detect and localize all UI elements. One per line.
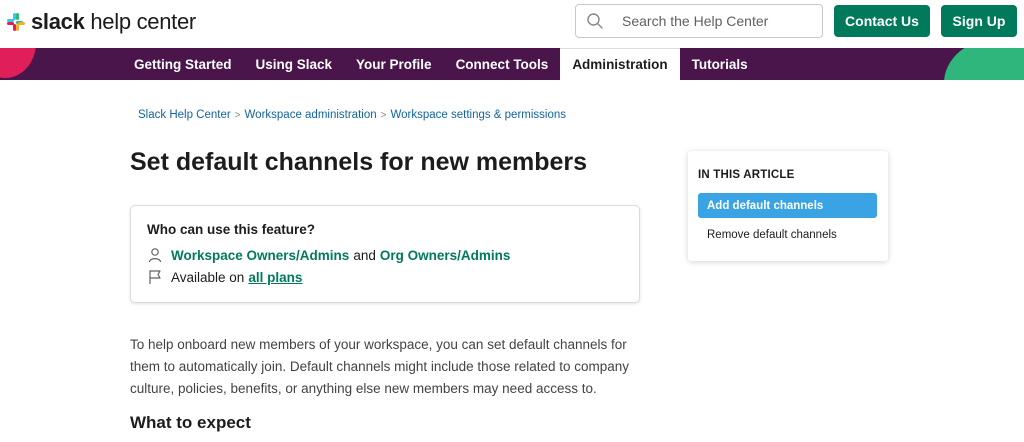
slack-logo[interactable]: slack help center [6,9,196,35]
page-title: Set default channels for new members [130,148,588,176]
nav-decoration-green [944,48,1024,80]
sign-up-button[interactable]: Sign Up [941,5,1017,37]
section-heading: What to expect [130,413,251,432]
feature-roles-row: Workspace Owners/Admins and Org Owners/A… [147,247,510,263]
nav-item-tutorials[interactable]: Tutorials [680,48,760,80]
workspace-owners-link[interactable]: Workspace Owners/Admins [171,248,349,263]
breadcrumb-separator: > [380,109,387,121]
feature-plans-row: Available on all plans [147,269,302,285]
search-input[interactable] [622,13,812,29]
nav-item-connect-tools[interactable]: Connect Tools [444,48,561,80]
nav-decoration-red [0,48,36,78]
logo-bold-text: slack [31,9,85,34]
person-icon [148,248,162,263]
all-plans-link[interactable]: all plans [248,270,302,285]
breadcrumb-item[interactable]: Workspace settings & permissions [390,109,566,121]
toc-item-remove-default-channels[interactable]: Remove default channels [698,222,877,247]
breadcrumb-item[interactable]: Workspace administration [245,109,377,121]
toc-item-add-default-channels[interactable]: Add default channels [698,193,877,218]
nav-item-getting-started[interactable]: Getting Started [122,48,244,80]
header: slack help center Contact Us Sign Up [0,0,1024,48]
toc-title: IN THIS ARTICLE [698,169,795,181]
org-owners-link[interactable]: Org Owners/Admins [380,248,511,263]
breadcrumb: Slack Help Center > Workspace administra… [138,109,566,121]
nav-item-administration[interactable]: Administration [560,48,680,80]
breadcrumb-separator: > [234,109,241,121]
slack-logo-icon [7,13,25,31]
article-toc: IN THIS ARTICLE Add default channels Rem… [688,151,888,261]
nav-item-your-profile[interactable]: Your Profile [344,48,444,80]
search-bar[interactable] [575,4,823,38]
flag-icon [149,270,161,284]
nav-items: Getting Started Using Slack Your Profile… [122,48,760,80]
breadcrumb-item[interactable]: Slack Help Center [138,109,231,121]
logo-light-text: help center [84,9,196,34]
search-icon [587,13,603,29]
feature-availability-box: Who can use this feature? Workspace Owne… [130,205,640,303]
available-on-text: Available on [171,269,245,285]
and-text: and [353,247,376,263]
main-nav: Getting Started Using Slack Your Profile… [0,48,1024,80]
feature-box-title: Who can use this feature? [147,222,316,237]
intro-paragraph: To help onboard new members of your work… [130,337,630,396]
nav-item-using-slack[interactable]: Using Slack [244,48,345,80]
logo-text: slack help center [31,9,196,35]
contact-us-button[interactable]: Contact Us [834,5,930,37]
